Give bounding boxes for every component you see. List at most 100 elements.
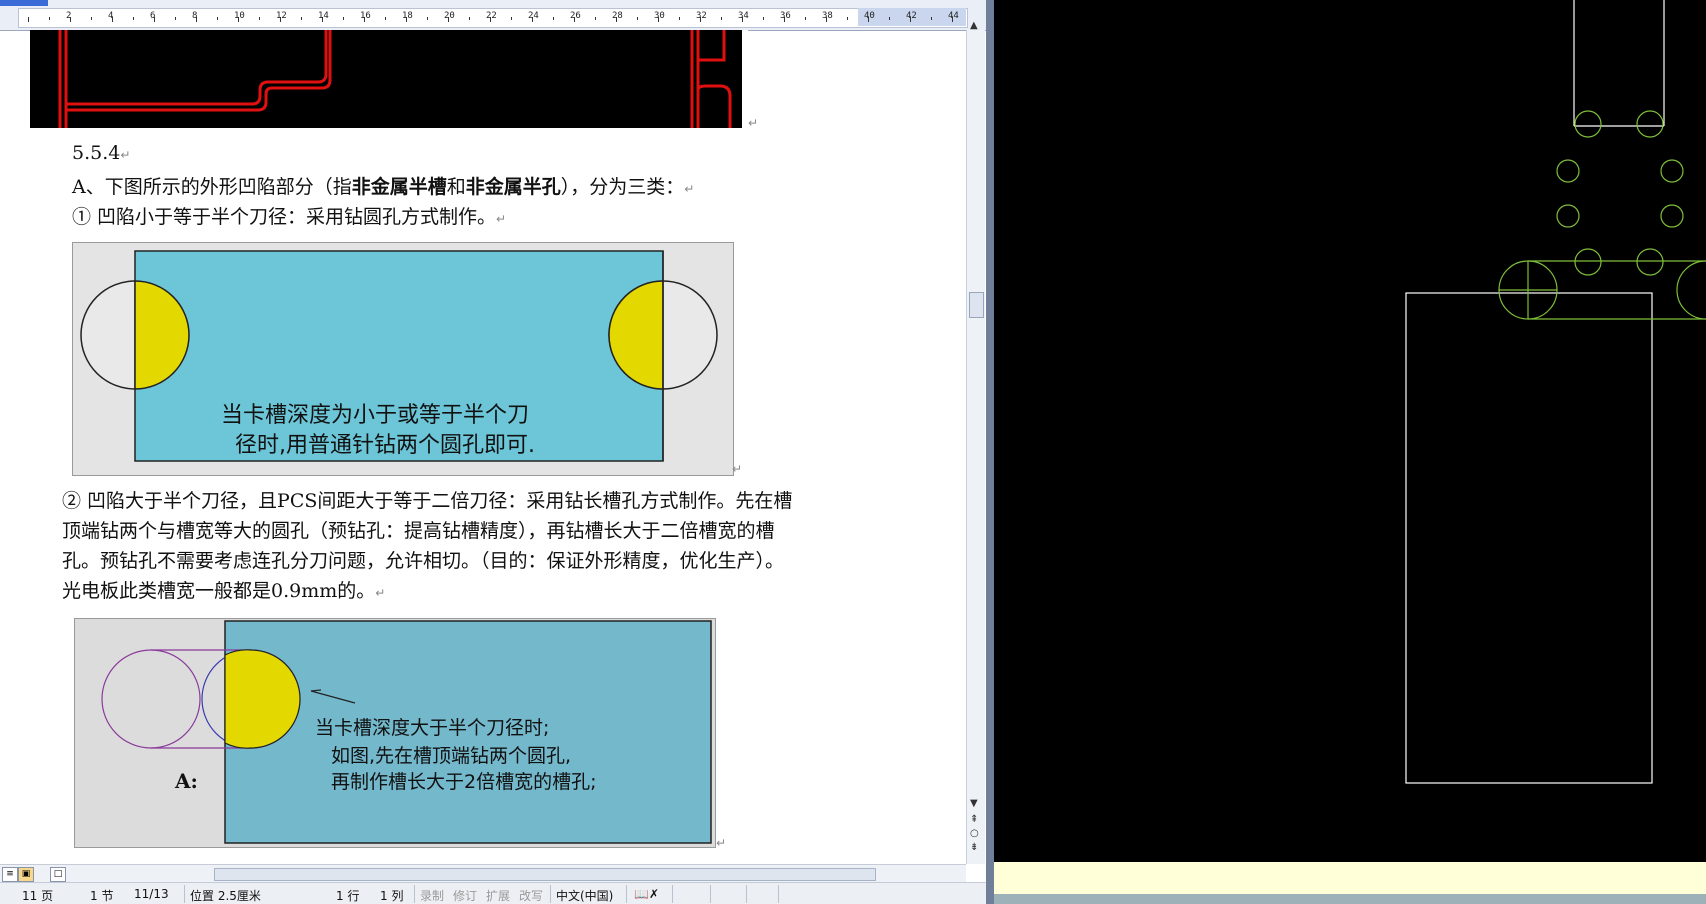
- list-item-1-text: ① 凹陷小于等于半个刀径：采用钻圆孔方式制作。: [72, 206, 497, 228]
- view-reading-icon[interactable]: □: [50, 867, 66, 882]
- ruler-tick: [175, 17, 176, 20]
- status-rec[interactable]: 录制: [420, 887, 444, 904]
- ruler-number: 42: [906, 11, 917, 21]
- view-print-icon[interactable]: ▣: [18, 867, 34, 882]
- list-item-2-line2: 顶端钻两个与槽宽等大的圆孔（预钻孔：提高钻槽精度），再钻槽长大于二倍槽宽的槽: [62, 520, 775, 542]
- figure-2-text-line1: 当卡槽深度大于半个刀径时;: [315, 717, 550, 739]
- figure-1-caption-line2: 径时,用普通针钻两个圆孔即可.: [235, 433, 535, 458]
- ruler-number: 8: [192, 11, 198, 21]
- ruler-tick: [133, 17, 134, 20]
- section-heading-text: 5.5.4: [72, 142, 121, 164]
- scroll-thumb[interactable]: [969, 292, 984, 318]
- vertical-scrollbar[interactable]: ▲ ▼ ⇞ ○ ⇟: [966, 20, 985, 864]
- status-separator: [184, 885, 185, 903]
- spell-check-icon[interactable]: 📖✗: [634, 887, 659, 901]
- ruler-tick: [49, 17, 50, 20]
- status-separator: [672, 885, 673, 903]
- ruler-tick: [889, 17, 890, 20]
- cad-command-line[interactable]: [994, 862, 1706, 894]
- paragraph-a: A、下图所示的外形凹陷部分（指非金属半槽和非金属半孔），分为三类：↵: [72, 172, 694, 199]
- ruler-tab-icon[interactable]: [0, 0, 48, 6]
- ruler-tick: [553, 17, 554, 20]
- horizontal-ruler[interactable]: 2 4 6 8 10 12 14 16 18 20 22 24 26 28 30 32 34 36 38 40 42 44: [0, 0, 986, 31]
- ruler-tick: [847, 17, 848, 20]
- paragraph-mark: ↵: [748, 116, 759, 130]
- paragraph-mark: ↵: [496, 212, 507, 226]
- ruler-tick: [679, 17, 680, 20]
- ruler-number: 16: [360, 11, 371, 21]
- ruler-tick: [343, 17, 344, 20]
- ruler-tick: [469, 17, 470, 20]
- status-ext[interactable]: 扩展: [486, 887, 510, 904]
- horizontal-scroll-thumb[interactable]: [214, 868, 876, 881]
- status-language[interactable]: 中文(中国): [556, 887, 613, 904]
- paragraph-mark: ↵: [120, 148, 131, 162]
- cad-top-image: [30, 30, 748, 128]
- list-item-2-line3: 孔。预钻孔不需要考虑连孔分刀问题，允许相切。（目的：保证外形精度，优化生产）。: [62, 550, 785, 572]
- figure-2[interactable]: A: 当卡槽深度大于半个刀径时; 如图,先在槽顶端钻两个圆孔, 再制作槽长大于2…: [74, 618, 716, 848]
- cad-drawing[interactable]: [994, 0, 1706, 862]
- status-separator: [778, 885, 779, 903]
- ruler-number: 10: [234, 11, 245, 21]
- status-position: 位置 2.5厘米: [190, 889, 261, 903]
- para-a-bold-slot: 非金属半槽: [351, 176, 447, 198]
- word-window: 2 4 6 8 10 12 14 16 18 20 22 24 26 28 30 32 34 36 38 40 42 44…: [0, 0, 986, 904]
- ruler-number: 4: [108, 11, 114, 21]
- ruler-number: 18: [402, 11, 413, 21]
- ruler-tick: [721, 17, 722, 20]
- figure-1-caption-line1: 当卡槽深度为小于或等于半个刀: [221, 403, 530, 428]
- para-a-prefix: A、下图所示的外形凹陷部分（指: [72, 176, 352, 198]
- status-bar: 11 页 1 节 11/13 位置 2.5厘米 1 行 1 列 录制 修订 扩展…: [0, 882, 986, 904]
- status-line: 1 行: [336, 889, 360, 903]
- cad-viewport[interactable]: [994, 0, 1706, 904]
- status-page-of: 11/13: [134, 887, 169, 901]
- scroll-up-icon[interactable]: ▲: [970, 20, 978, 31]
- status-column: 1 列: [380, 889, 404, 903]
- ruler-number: 44: [948, 11, 959, 21]
- select-browse-icon[interactable]: ○: [970, 828, 979, 839]
- ruler-tick: [511, 17, 512, 20]
- ruler-tick: [763, 17, 764, 20]
- ruler-number: 32: [696, 11, 707, 21]
- ruler-tick: [637, 17, 638, 20]
- cad-bottom-strip: [994, 894, 1706, 904]
- figure-1[interactable]: 当卡槽深度为小于或等于半个刀 径时,用普通针钻两个圆孔即可.: [72, 242, 734, 476]
- horizontal-scrollbar[interactable]: ≡ ▣ □: [0, 864, 966, 883]
- status-section: 1 节: [90, 889, 114, 903]
- document-page[interactable]: ↵ 5.5.4↵ A、下图所示的外形凹陷部分（指非金属半槽和非金属半孔），分为三…: [0, 30, 964, 864]
- paragraph-mark: ↵: [375, 586, 386, 600]
- ruler-number: 22: [486, 11, 497, 21]
- status-separator: [414, 885, 415, 903]
- ruler-tick: [595, 17, 596, 20]
- view-normal-icon[interactable]: ≡: [2, 867, 18, 882]
- next-page-icon[interactable]: ⇟: [970, 842, 978, 853]
- para-a-mid: 和: [446, 176, 466, 198]
- scroll-down-icon[interactable]: ▼: [970, 798, 978, 809]
- status-separator: [550, 885, 551, 903]
- figure-2-label: A:: [175, 769, 198, 793]
- list-item-2-line1: ② 凹陷大于半个刀径，且PCS间距大于等于二倍刀径：采用钻长槽孔方式制作。先在槽: [62, 490, 793, 512]
- status-separator: [710, 885, 711, 903]
- ruler-number: 26: [570, 11, 581, 21]
- para-a-bold-hole: 非金属半孔: [465, 176, 561, 198]
- ruler-number: 24: [528, 11, 539, 21]
- figure-2-text-line2: 如图,先在槽顶端钻两个圆孔,: [331, 745, 572, 767]
- section-heading: 5.5.4↵: [72, 142, 130, 164]
- ruler-number: 2: [66, 11, 72, 21]
- status-trk[interactable]: 修订: [453, 887, 477, 904]
- window-splitter[interactable]: [986, 0, 994, 904]
- ruler-tick: [427, 17, 428, 20]
- ruler-tick: [91, 17, 92, 20]
- ruler-tick: [217, 17, 218, 20]
- prev-page-icon[interactable]: ⇞: [970, 814, 978, 825]
- status-separator: [626, 885, 627, 903]
- status-page: 11 页: [22, 889, 54, 903]
- ruler-tick: [805, 17, 806, 20]
- status-ovr[interactable]: 改写: [519, 887, 543, 904]
- ruler-tick: [385, 17, 386, 20]
- ruler-number: 36: [780, 11, 791, 21]
- list-item-2-line4-text: 光电板此类槽宽一般都是0.9mm的。: [62, 580, 376, 602]
- ruler-number: 14: [318, 11, 329, 21]
- figure-2-text-line3: 再制作槽长大于2倍槽宽的槽孔;: [331, 771, 597, 793]
- ruler-tick: [28, 17, 29, 22]
